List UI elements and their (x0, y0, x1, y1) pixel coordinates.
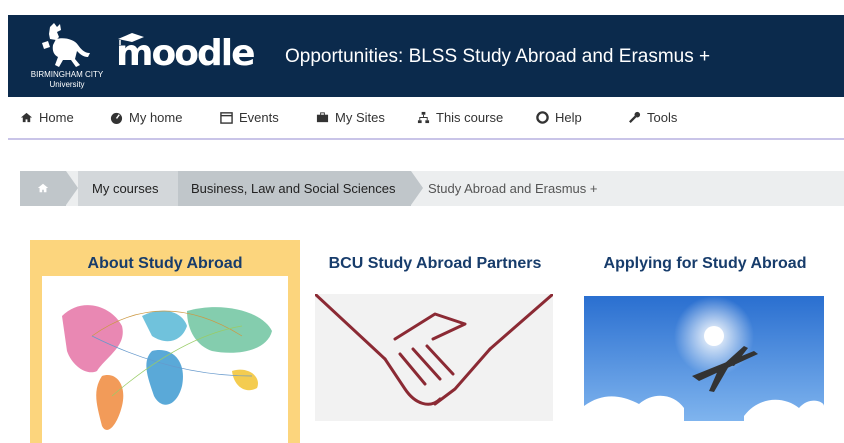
nav-item-events[interactable]: Events (220, 110, 279, 125)
wrench-icon (629, 111, 641, 123)
breadcrumb-current: Study Abroad and Erasmus + (428, 181, 598, 196)
nav-item-my-sites[interactable]: My Sites (316, 110, 385, 125)
main-nav: Home My home Events My Sites This course… (8, 97, 844, 140)
nav-item-tools[interactable]: Tools (628, 110, 677, 125)
dashboard-icon (110, 112, 123, 124)
tile-title[interactable]: Applying for Study Abroad (570, 255, 840, 273)
site-header: BIRMINGHAM CITY University moodle Opport… (8, 15, 844, 97)
nav-label: This course (436, 110, 504, 125)
nav-label: My Sites (335, 110, 385, 125)
breadcrumb-my-courses[interactable]: My courses (78, 171, 178, 206)
nav-item-home[interactable]: Home (20, 110, 74, 125)
nav-label: Home (39, 110, 74, 125)
nav-label: Tools (647, 110, 678, 125)
breadcrumb: My courses Business, Law and Social Scie… (20, 171, 844, 206)
sitemap-icon (417, 111, 430, 124)
briefcase-icon (316, 112, 329, 123)
tile-about-study-abroad[interactable]: About Study Abroad (30, 240, 300, 443)
tile-bcu-partners[interactable]: BCU Study Abroad Partners (300, 240, 570, 443)
nav-label: Events (239, 110, 279, 125)
tile-title[interactable]: BCU Study Abroad Partners (300, 255, 570, 273)
tile-title[interactable]: About Study Abroad (30, 255, 300, 273)
nav-label: My home (129, 110, 183, 125)
nav-label: Help (555, 110, 582, 125)
university-name-line: BIRMINGHAM CITY (30, 70, 104, 79)
breadcrumb-business-law[interactable]: Business, Law and Social Sciences (178, 171, 411, 206)
university-name: BIRMINGHAM CITY University (22, 70, 112, 90)
airplane-image (584, 296, 824, 421)
calendar-icon (220, 112, 233, 124)
nav-item-my-home[interactable]: My home (110, 110, 182, 125)
nav-item-help[interactable]: Help (536, 110, 582, 125)
home-icon (20, 112, 33, 123)
breadcrumb-separator (411, 171, 423, 205)
home-icon (37, 183, 49, 193)
handshake-image (315, 294, 553, 421)
moodle-logo[interactable]: moodle (116, 33, 256, 74)
tile-applying[interactable]: Applying for Study Abroad (570, 240, 840, 443)
course-title[interactable]: Opportunities: BLSS Study Abroad and Era… (285, 46, 710, 68)
breadcrumb-home[interactable] (20, 171, 66, 206)
nav-item-this-course[interactable]: This course (417, 110, 503, 125)
lifebuoy-icon (536, 111, 549, 124)
world-map-image (42, 276, 288, 443)
university-sub-line: University (49, 80, 85, 89)
breadcrumb-separator (66, 171, 78, 205)
